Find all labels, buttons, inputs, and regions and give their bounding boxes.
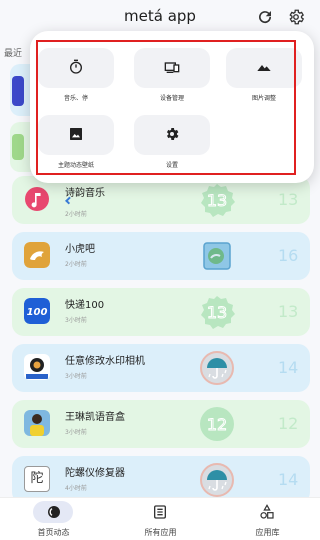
app-row-1[interactable]: 小虎吧 2小时前 16 [12,232,310,280]
nav-label: 应用库 [255,528,280,537]
nav-all-apps[interactable]: 所有应用 [107,498,214,540]
recent-app-icon [12,134,24,160]
weather-number-icon: 12 [200,407,234,441]
svg-text:12: 12 [207,415,227,434]
app-name: 陀螺仪修复器 [65,468,125,479]
svg-text:100: 100 [27,307,48,318]
music-note-icon [25,187,49,211]
app-number: 14 [278,358,299,377]
app-time: 3小时前 [65,429,87,436]
app-library-icon [260,504,274,519]
app-row-0[interactable]: 诗韵音乐 2小时前 13 13 [12,176,310,224]
app-name: 快递100 [65,300,105,311]
app-number: 12 [278,414,299,433]
nav-label: 所有应用 [144,528,177,537]
weather-rain-icon [200,351,234,385]
app-time: 3小时前 [65,373,87,380]
app-name: 小虎吧 [65,244,95,255]
app-time: 2小时前 [65,261,87,268]
refresh-icon[interactable] [256,8,274,26]
recent-app-icon [12,76,24,106]
gyro-icon: 陀 [24,466,50,492]
nav-app-library[interactable]: 应用库 [214,498,320,540]
app-row-3[interactable]: 任意修改水印相机 3小时前 14 [12,344,310,392]
app-time: 3小时前 [65,317,87,324]
home-dynamic-icon [48,506,60,518]
top-bar: metá app [0,0,320,34]
svg-text:13: 13 [207,303,227,322]
camera-icon [24,354,50,380]
gear-icon[interactable] [287,8,305,26]
app-row-2[interactable]: 100 快递100 3小时前 13 13 [12,288,310,336]
app-time: 4小时前 [65,485,87,492]
list-icon [154,505,166,519]
app-row-4[interactable]: 王琳凯语音盒 3小时前 12 12 [12,400,310,448]
app-number: 13 [278,190,299,209]
section-label: 最近 [4,49,23,59]
app-name: 任意修改水印相机 [65,356,145,367]
app-name: 诗韵音乐 [65,188,105,199]
bottom-nav: 首页动态 所有应用 应用库 [0,497,320,540]
nav-label: 首页动态 [37,528,70,537]
app-number: 16 [278,246,299,265]
avatar-icon [24,410,50,436]
weather-cloud-icon [203,242,231,270]
weather-number-icon: 13 [201,184,235,217]
kuaidi100-icon: 100 [24,298,50,324]
weather-rain-icon [200,463,234,497]
app-number: 14 [278,470,299,489]
app-time: 2小时前 [65,211,87,218]
app-name: 王琳凯语音盒 [65,412,125,423]
app-number: 13 [278,302,299,321]
tiger-icon [24,242,50,268]
svg-text:13: 13 [207,191,227,210]
highlight-box [36,40,296,175]
weather-number-icon: 13 [201,296,235,329]
nav-home-dynamic[interactable]: 首页动态 [0,498,107,540]
